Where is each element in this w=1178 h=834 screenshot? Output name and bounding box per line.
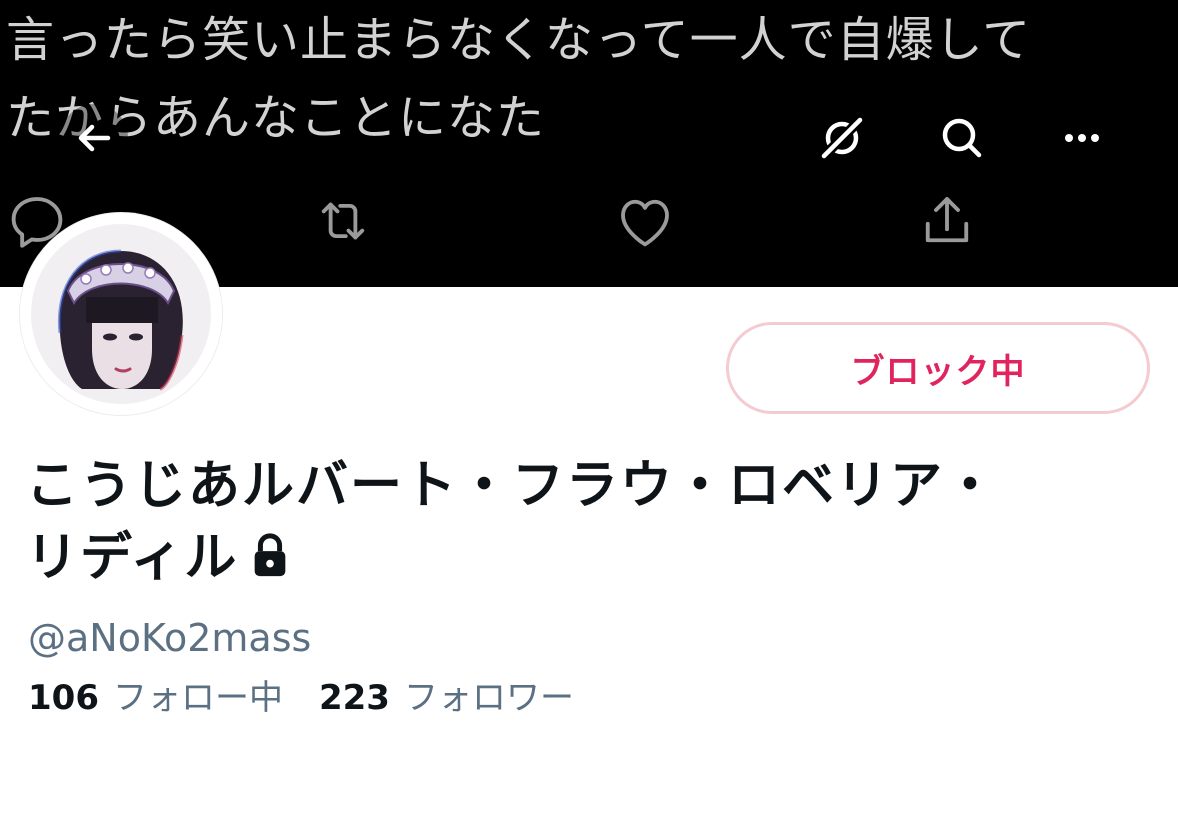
followers-count: 223 <box>318 678 390 718</box>
share-icon <box>914 188 980 254</box>
search-icon[interactable] <box>924 100 1000 176</box>
back-arrow-icon[interactable] <box>56 100 132 176</box>
banner-text-line1: 言ったら笑い止まらなくなって一人で自爆して <box>6 12 1032 68</box>
avatar[interactable] <box>20 213 222 415</box>
followers-label: フォロワー <box>403 678 574 718</box>
more-icon[interactable] <box>1044 100 1120 176</box>
blocked-button-label: ブロック中 <box>850 351 1026 392</box>
following-count: 106 <box>28 678 99 718</box>
display-name-line2: リディル <box>26 528 239 588</box>
display-name-line1: こうじあルバート・フラウ・ロベリア・ <box>26 456 999 516</box>
following-link[interactable]: 106 フォロー中 <box>28 676 283 720</box>
disconnect-icon[interactable] <box>804 100 880 176</box>
blocked-button[interactable]: ブロック中 <box>726 322 1150 414</box>
retweet-icon <box>310 188 376 254</box>
like-icon <box>612 188 678 254</box>
followers-link[interactable]: 223 フォロワー <box>319 676 574 720</box>
following-label: フォロー中 <box>112 678 283 718</box>
user-handle: @aNoKo2mass <box>28 616 312 660</box>
follow-stats: 106 フォロー中 223 フォロワー <box>28 676 574 720</box>
lock-icon <box>250 532 290 578</box>
display-name: こうじあルバート・フラウ・ロベリア・ リディル <box>26 450 1146 594</box>
profile-page: 言ったら笑い止まらなくなって一人で自爆して たからあんなことになた ブロック中 … <box>0 0 1178 834</box>
